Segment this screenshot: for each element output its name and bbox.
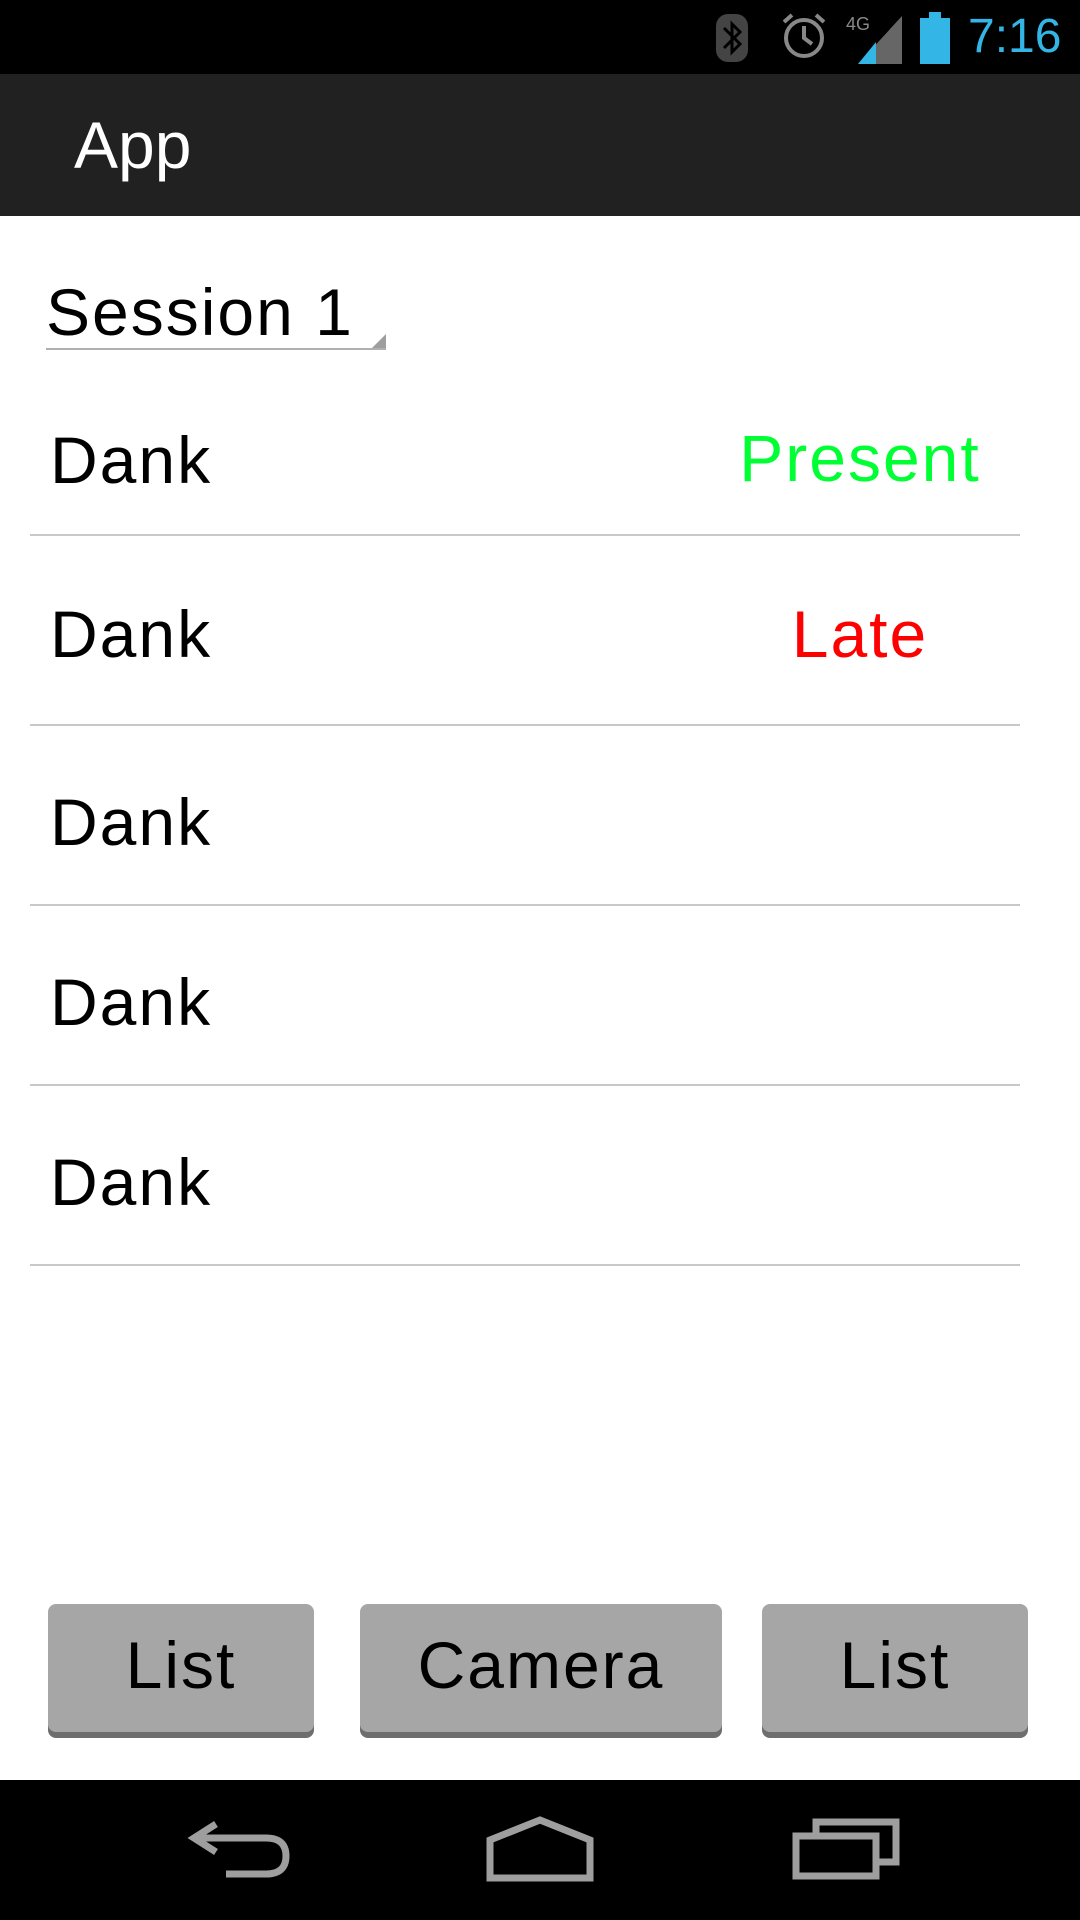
action-bar: App — [0, 74, 1080, 216]
bluetooth-icon — [716, 14, 748, 62]
session-spinner-value: Session 1 — [46, 275, 354, 349]
list-item[interactable]: Dank Late — [30, 536, 1020, 726]
status-bar: 4G 7:16 — [0, 0, 1080, 74]
camera-button[interactable]: Camera — [360, 1604, 722, 1732]
list-item[interactable]: Dank — [30, 1086, 1020, 1266]
attendance-status: Present — [739, 421, 981, 495]
battery-icon — [920, 12, 950, 64]
network-type-label: 4G — [846, 14, 870, 34]
student-name: Dank — [50, 597, 213, 671]
list-item[interactable]: Dank — [30, 726, 1020, 906]
status-time: 7:16 — [968, 10, 1062, 63]
list-button-right[interactable]: List — [762, 1604, 1028, 1732]
navigation-bar — [0, 1780, 1080, 1920]
student-name: Dank — [50, 965, 213, 1039]
home-icon[interactable] — [484, 1816, 596, 1882]
student-name: Dank — [50, 1145, 213, 1219]
alarm-icon — [782, 13, 826, 58]
student-name: Dank — [50, 785, 213, 859]
app-title: App — [74, 108, 192, 182]
session-spinner[interactable]: Session 1 — [46, 270, 386, 350]
list-item[interactable]: Dank Present — [30, 392, 1020, 536]
student-name: Dank — [50, 423, 213, 497]
attendance-status: Late — [791, 597, 929, 671]
back-icon[interactable] — [186, 1816, 294, 1880]
recents-icon[interactable] — [792, 1816, 900, 1880]
dropdown-arrow-icon — [372, 334, 386, 348]
signal-icon: 4G — [846, 14, 902, 64]
list-item[interactable]: Dank — [30, 906, 1020, 1086]
list-button-left[interactable]: List — [48, 1604, 314, 1732]
